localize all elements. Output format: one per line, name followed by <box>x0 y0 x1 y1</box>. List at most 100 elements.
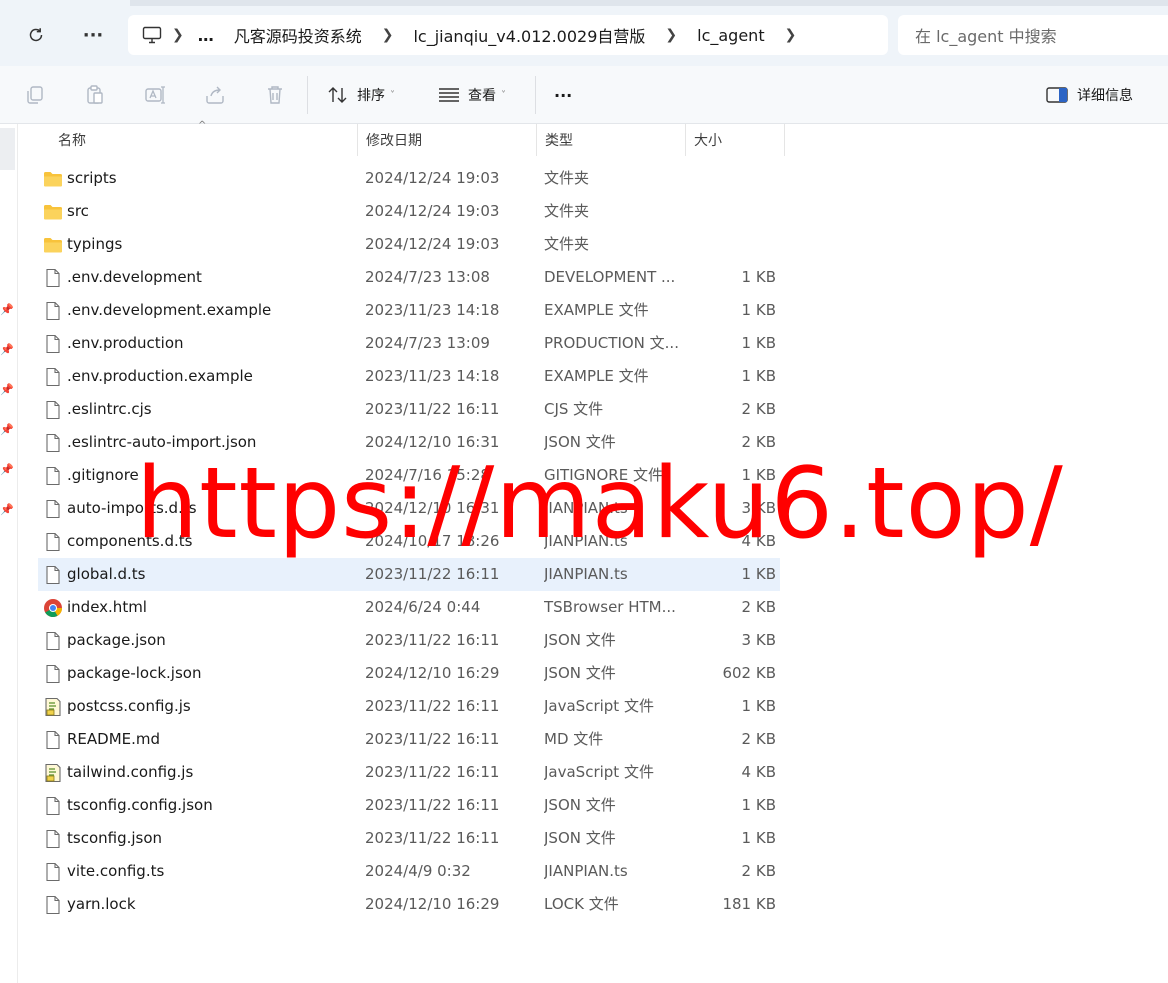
sort-label: 排序 <box>357 88 385 104</box>
file-type: JSON 文件 <box>544 433 616 451</box>
file-row[interactable]: .env.production.example 2023/11/23 14:18 E… <box>38 360 780 393</box>
breadcrumb-overflow[interactable]: … <box>198 26 214 45</box>
address-bar[interactable]: ❯ … 凡客源码投资系统 ❯ lc_jianqiu_v4.012.0029自营版… <box>128 15 888 55</box>
file-row[interactable]: postcss.config.js 2023/11/22 16:11 JavaScr… <box>38 690 780 723</box>
file-type: JSON 文件 <box>544 631 616 649</box>
copy-icon[interactable] <box>23 83 47 107</box>
file-row[interactable]: tsconfig.config.json 2023/11/22 16:11 JSON… <box>38 789 780 822</box>
file-type: CJS 文件 <box>544 400 604 418</box>
rename-icon[interactable] <box>143 83 167 107</box>
file-row[interactable]: package.json 2023/11/22 16:11 JSON 文件 3 KB <box>38 624 780 657</box>
folder-icon <box>43 235 63 255</box>
file-modified-date: 2024/7/23 13:09 <box>365 334 490 352</box>
pin-icon[interactable]: 📌 <box>0 303 14 317</box>
file-icon <box>43 301 63 321</box>
folder-icon <box>43 202 63 222</box>
pin-icon[interactable]: 📌 <box>0 383 14 397</box>
file-modified-date: 2024/12/10 16:29 <box>365 664 500 682</box>
file-row[interactable]: .env.production 2024/7/23 13:09 PRODUCTION… <box>38 327 780 360</box>
file-modified-date: 2023/11/23 14:18 <box>365 367 500 385</box>
file-size: 1 KB <box>741 829 776 847</box>
breadcrumb-item[interactable]: lc_jianqiu_v4.012.0029自营版 <box>413 23 645 47</box>
delete-icon[interactable] <box>263 83 287 107</box>
file-row[interactable]: src 2024/12/24 19:03 文件夹 <box>38 195 780 228</box>
file-size: 1 KB <box>741 301 776 319</box>
file-size: 1 KB <box>741 334 776 352</box>
details-button[interactable]: 详细信息 <box>1046 83 1133 107</box>
file-icon <box>43 862 63 882</box>
sort-button[interactable]: 排序 ˅ <box>327 83 395 107</box>
file-name: .eslintrc-auto-import.json <box>67 433 257 451</box>
file-size: 1 KB <box>741 466 776 484</box>
file-row[interactable]: vite.config.ts 2024/4/9 0:32 JIANPIAN.ts 2 … <box>38 855 780 888</box>
file-type: JavaScript 文件 <box>544 763 654 781</box>
paste-icon[interactable] <box>83 83 107 107</box>
file-icon <box>43 367 63 387</box>
file-row[interactable]: tsconfig.json 2023/11/22 16:11 JSON 文件 1 KB <box>38 822 780 855</box>
search-input[interactable]: 在 lc_agent 中搜索 <box>898 15 1168 55</box>
file-name: vite.config.ts <box>67 862 165 880</box>
file-row[interactable]: .env.development 2024/7/23 13:08 DEVELOPME… <box>38 261 780 294</box>
navigation-pane[interactable] <box>0 124 18 983</box>
pin-icon[interactable]: 📌 <box>0 423 14 437</box>
pin-icon[interactable]: 📌 <box>0 503 14 517</box>
folder-icon <box>43 169 63 189</box>
file-modified-date: 2024/12/10 16:31 <box>365 433 500 451</box>
file-modified-date: 2024/12/24 19:03 <box>365 235 500 253</box>
file-row[interactable]: .env.development.example 2023/11/23 14:18… <box>38 294 780 327</box>
column-header-size[interactable]: 大小 <box>686 124 785 156</box>
file-icon <box>43 664 63 684</box>
file-row[interactable]: tailwind.config.js 2023/11/22 16:11 JavaSc… <box>38 756 780 789</box>
file-name: .gitignore <box>67 466 139 484</box>
file-type: DEVELOPMENT ... <box>544 268 676 286</box>
file-name: global.d.ts <box>67 565 146 583</box>
column-header-name[interactable]: 名称 <box>50 124 358 156</box>
file-row[interactable]: index.html 2024/6/24 0:44 TSBrowser HTM...… <box>38 591 780 624</box>
file-size: 181 KB <box>722 895 776 913</box>
file-row[interactable]: README.md 2023/11/22 16:11 MD 文件 2 KB <box>38 723 780 756</box>
file-row[interactable]: scripts 2024/12/24 19:03 文件夹 <box>38 162 780 195</box>
file-type: LOCK 文件 <box>544 895 619 913</box>
chevron-right-icon[interactable]: ❯ <box>785 27 797 43</box>
file-name: tailwind.config.js <box>67 763 194 781</box>
file-size: 4 KB <box>741 763 776 781</box>
file-name: package.json <box>67 631 166 649</box>
refresh-icon[interactable] <box>22 21 50 49</box>
chevron-right-icon[interactable]: ❯ <box>665 27 677 43</box>
details-label: 详细信息 <box>1077 88 1133 104</box>
file-row[interactable]: components.d.ts 2024/10/17 18:26 JIANPIAN.… <box>38 525 780 558</box>
share-icon[interactable] <box>203 83 227 107</box>
file-name: package-lock.json <box>67 664 202 682</box>
file-icon <box>43 565 63 585</box>
file-type: MD 文件 <box>544 730 604 748</box>
file-modified-date: 2024/12/10 16:31 <box>365 499 500 517</box>
column-header-date[interactable]: 修改日期 <box>358 124 537 156</box>
file-row[interactable]: yarn.lock 2024/12/10 16:29 LOCK 文件 181 KB <box>38 888 780 921</box>
more-icon[interactable]: ··· <box>79 21 107 49</box>
file-type: JIANPIAN.ts <box>544 532 628 550</box>
file-row[interactable]: .gitignore 2024/7/16 15:28 GITIGNORE 文件 1 K… <box>38 459 780 492</box>
file-row[interactable]: global.d.ts 2023/11/22 16:11 JIANPIAN.ts 1 … <box>38 558 780 591</box>
file-row[interactable]: package-lock.json 2024/12/10 16:29 JSON 文件… <box>38 657 780 690</box>
file-modified-date: 2024/7/23 13:08 <box>365 268 490 286</box>
file-row[interactable]: .eslintrc-auto-import.json 2024/12/10 16:… <box>38 426 780 459</box>
file-name: tsconfig.config.json <box>67 796 213 814</box>
column-header-type[interactable]: 类型 <box>537 124 686 156</box>
view-button[interactable]: 查看 ˅ <box>438 83 506 107</box>
chevron-right-icon[interactable]: ❯ <box>172 27 184 43</box>
file-row[interactable]: auto-imports.d.ts 2024/12/10 16:31 JIANPIA… <box>38 492 780 525</box>
file-name: src <box>67 202 89 220</box>
file-type: JIANPIAN.ts <box>544 499 628 517</box>
pin-icon[interactable]: 📌 <box>0 343 14 357</box>
see-more-button[interactable]: ··· <box>554 83 572 107</box>
computer-icon[interactable] <box>142 26 162 44</box>
breadcrumb-item[interactable]: 凡客源码投资系统 <box>234 23 362 47</box>
file-name: .env.production <box>67 334 184 352</box>
chevron-down-icon: ˅ <box>390 89 395 101</box>
file-row[interactable]: .eslintrc.cjs 2023/11/22 16:11 CJS 文件 2 KB <box>38 393 780 426</box>
breadcrumb-item[interactable]: lc_agent <box>697 26 764 45</box>
file-row[interactable]: typings 2024/12/24 19:03 文件夹 <box>38 228 780 261</box>
file-type: TSBrowser HTM... <box>544 598 676 616</box>
pin-icon[interactable]: 📌 <box>0 463 14 477</box>
chevron-right-icon[interactable]: ❯ <box>382 27 394 43</box>
